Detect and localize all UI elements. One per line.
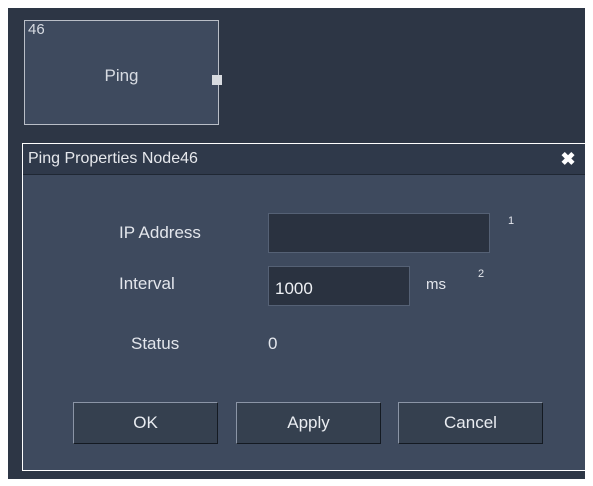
ip-address-input[interactable]	[268, 213, 490, 253]
dialog-titlebar[interactable]: Ping Properties Node46 ✖	[23, 144, 585, 175]
ping-node[interactable]: 46 Ping	[24, 20, 222, 125]
interval-label: Interval	[119, 274, 175, 293]
node-id-label: 46	[28, 21, 45, 38]
node-title: Ping	[104, 66, 139, 85]
apply-button[interactable]: Apply	[236, 402, 381, 444]
interval-input[interactable]	[268, 266, 410, 306]
status-value: 0	[268, 334, 278, 353]
dialog-title: Ping Properties Node46	[28, 150, 198, 167]
node-canvas[interactable]: 46 Ping Ping Properties Node46 ✖ IP Addr…	[8, 8, 586, 479]
status-label: Status	[131, 334, 180, 353]
interval-unit-label: ms	[426, 276, 446, 293]
properties-dialog: Ping Properties Node46 ✖ IP Address 1 In…	[22, 143, 586, 471]
output-port-handle[interactable]	[212, 75, 222, 85]
interval-hint-number: 2	[478, 268, 485, 280]
ip-address-hint-number: 1	[508, 215, 515, 227]
cancel-button[interactable]: Cancel	[398, 402, 543, 444]
close-icon[interactable]: ✖	[559, 150, 577, 168]
ip-address-label: IP Address	[119, 223, 201, 242]
ok-button[interactable]: OK	[73, 402, 218, 444]
